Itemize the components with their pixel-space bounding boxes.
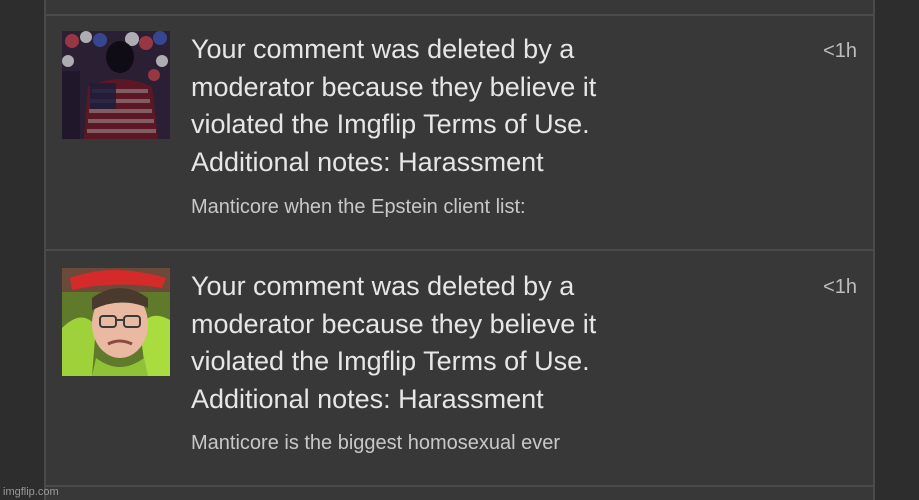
divider: [46, 485, 873, 487]
notification-time: <1h: [823, 40, 857, 62]
message-line: moderator because they believe it: [191, 71, 597, 102]
notification-thumbnail[interactable]: [62, 268, 170, 376]
notification-thumbnail[interactable]: [62, 31, 170, 139]
deleted-comment-text[interactable]: Manticore is the biggest homosexual ever: [191, 431, 560, 455]
message-line: Additional notes: Harassment: [191, 146, 544, 177]
message-line: violated the Imgflip Terms of Use.: [191, 109, 590, 139]
page: Your comment was deleted by a moderator …: [0, 0, 919, 500]
silhouette-flag-image: [62, 31, 170, 139]
deleted-comment-text[interactable]: Manticore when the Epstein client list:: [191, 195, 526, 219]
crying-man-image: [62, 268, 170, 376]
message-line: Your comment was deleted by a: [191, 34, 575, 64]
message-line: Additional notes: Harassment: [191, 383, 544, 414]
message-line: Your comment was deleted by a: [191, 271, 575, 301]
notification-item[interactable]: Your comment was deleted by a moderator …: [46, 16, 873, 249]
imgflip-watermark: imgflip.com: [3, 486, 59, 498]
notification-feed: Your comment was deleted by a moderator …: [44, 0, 875, 500]
notification-message: Your comment was deleted by a moderator …: [191, 268, 751, 418]
message-line: violated the Imgflip Terms of Use.: [191, 346, 590, 376]
notification-item[interactable]: Your comment was deleted by a moderator …: [46, 251, 873, 485]
message-line: moderator because they believe it: [191, 308, 597, 339]
notification-time: <1h: [823, 276, 857, 298]
notification-message: Your comment was deleted by a moderator …: [191, 31, 751, 181]
